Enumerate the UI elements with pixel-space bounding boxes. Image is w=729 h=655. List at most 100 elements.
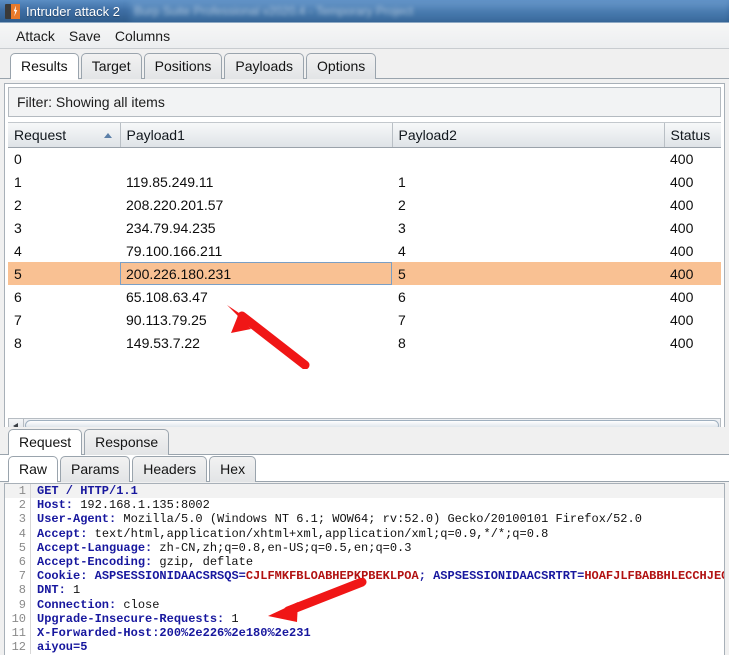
menu-item-save[interactable]: Save <box>63 26 107 46</box>
cell-payload2[interactable]: 4 <box>392 239 664 262</box>
tab-raw[interactable]: Raw <box>8 456 59 483</box>
cell-request[interactable]: 0 <box>8 147 120 170</box>
code-line: 3 User-Agent: Mozilla/5.0 (Windows NT 6.1… <box>5 512 724 527</box>
table-row[interactable]: 0 400 <box>8 147 721 170</box>
cell-payload2[interactable]: 1 <box>392 170 664 193</box>
cell-status[interactable]: 400 <box>664 239 721 262</box>
cell-status[interactable]: 400 <box>664 170 721 193</box>
tab-positions[interactable]: Positions <box>143 53 223 79</box>
code-line: 2 Host: 192.168.1.135:8002 <box>5 498 724 513</box>
tab-hex[interactable]: Hex <box>209 456 257 482</box>
tab-results[interactable]: Results <box>10 53 79 80</box>
code-line: 12 aiyou=5 <box>5 640 724 655</box>
line-number: 4 <box>5 526 31 541</box>
cell-payload2[interactable]: 5 <box>392 262 664 285</box>
cell-payload1[interactable] <box>120 147 392 170</box>
menu-bar: Attack Save Columns <box>0 23 729 49</box>
code-line: 4 Accept: text/html,application/xhtml+xml… <box>5 526 724 541</box>
code-text: Cookie: ASPSESSIONIDAACSRSQS=CJLFMKFBLOA… <box>37 569 724 584</box>
cell-request[interactable]: 4 <box>8 239 120 262</box>
line-number: 7 <box>5 569 31 584</box>
cell-request[interactable]: 2 <box>8 193 120 216</box>
menu-item-attack[interactable]: Attack <box>10 26 61 46</box>
cell-payload2[interactable]: 7 <box>392 308 664 331</box>
intruder-attack-window: Attack Save Columns Results Target Posit… <box>0 22 729 655</box>
line-number: 3 <box>5 512 31 527</box>
filter-bar[interactable]: Filter: Showing all items <box>8 87 721 117</box>
main-tab-strip: Results Target Positions Payloads Option… <box>0 49 729 80</box>
cell-payload2[interactable]: 2 <box>392 193 664 216</box>
code-line: 1 GET / HTTP/1.1 <box>5 484 724 499</box>
cell-payload2[interactable] <box>392 147 664 170</box>
code-line: 6 Accept-Encoding: gzip, deflate <box>5 554 724 570</box>
cell-status[interactable]: 400 <box>664 216 721 239</box>
cell-status[interactable]: 400 <box>664 262 721 285</box>
line-number: 1 <box>5 484 31 499</box>
cell-status[interactable]: 400 <box>664 193 721 216</box>
code-text: User-Agent: Mozilla/5.0 (Windows NT 6.1;… <box>37 512 642 527</box>
cell-status[interactable]: 400 <box>664 308 721 331</box>
window-title-bar: Intruder attack 2 Burp Suite Professiona… <box>0 0 729 22</box>
filter-label: Filter: Showing all items <box>17 94 165 110</box>
line-number: 6 <box>5 554 31 570</box>
tab-target[interactable]: Target <box>80 53 142 79</box>
code-line: 9 Connection: close <box>5 597 724 612</box>
code-line: 8 DNT: 1 <box>5 583 724 598</box>
cell-payload1[interactable]: 200.226.180.231 <box>120 262 392 285</box>
code-text: Connection: close <box>37 597 160 612</box>
cell-request[interactable]: 3 <box>8 216 120 239</box>
table-row[interactable]: 7 90.113.79.25 7 400 <box>8 308 721 331</box>
cell-payload1[interactable]: 90.113.79.25 <box>120 308 392 331</box>
column-header-payload1[interactable]: Payload1 <box>120 123 393 148</box>
cell-status[interactable]: 400 <box>664 331 721 354</box>
tab-options[interactable]: Options <box>306 53 377 79</box>
cell-request[interactable]: 6 <box>8 285 120 308</box>
cell-request[interactable]: 8 <box>8 331 120 354</box>
tab-response[interactable]: Response <box>84 429 170 455</box>
table-row[interactable]: 5 200.226.180.231 5 400 <box>8 262 721 285</box>
cell-payload1[interactable]: 149.53.7.22 <box>120 331 392 354</box>
results-panel: Filter: Showing all items Request Payloa… <box>4 83 725 435</box>
column-header-status[interactable]: Status <box>664 123 721 148</box>
cell-request[interactable]: 7 <box>8 308 120 331</box>
cell-request[interactable]: 1 <box>8 170 120 193</box>
table-row[interactable]: 8 149.53.7.22 8 400 <box>8 331 721 354</box>
cell-status[interactable]: 400 <box>664 285 721 308</box>
code-line: 5 Accept-Language: zh-CN,zh;q=0.8,en-US;q… <box>5 540 724 555</box>
column-header-payload1-label: Payload1 <box>126 126 185 143</box>
line-number: 2 <box>5 498 31 513</box>
code-text: Host: 192.168.1.135:8002 <box>37 498 210 513</box>
cell-payload1[interactable]: 119.85.249.11 <box>120 170 392 193</box>
table-row[interactable]: 3 234.79.94.235 3 400 <box>8 216 721 239</box>
cell-status[interactable]: 400 <box>664 147 721 170</box>
table-header-row: Request Payload1 Payload2 Status <box>8 123 721 148</box>
tab-params[interactable]: Params <box>60 456 131 482</box>
tab-payloads[interactable]: Payloads <box>224 53 305 79</box>
message-panel: Request Response Raw Params Headers Hex … <box>0 427 729 655</box>
request-raw-editor[interactable]: 1 GET / HTTP/1.1 2 Host: 192.168.1.135:8002… <box>4 483 725 655</box>
table-row[interactable]: 1 119.85.249.11 1 400 <box>8 170 721 193</box>
cell-payload1[interactable]: 208.220.201.57 <box>120 193 392 216</box>
column-header-request[interactable]: Request <box>8 123 121 148</box>
cell-payload1[interactable]: 79.100.166.211 <box>120 239 392 262</box>
table-row[interactable]: 6 65.108.63.47 6 400 <box>8 285 721 308</box>
tab-request[interactable]: Request <box>8 429 83 456</box>
menu-item-columns[interactable]: Columns <box>109 26 176 46</box>
code-text: Accept-Encoding: gzip, deflate <box>37 554 254 569</box>
cell-request[interactable]: 5 <box>8 262 120 285</box>
code-line: 7 Cookie: ASPSESSIONIDAACSRSQS=CJLFMKFBLO… <box>5 569 724 584</box>
cell-payload2[interactable]: 3 <box>392 216 664 239</box>
cell-payload1[interactable]: 65.108.63.47 <box>120 285 392 308</box>
cell-payload2[interactable]: 6 <box>392 285 664 308</box>
table-row[interactable]: 2 208.220.201.57 2 400 <box>8 193 721 216</box>
results-table-body: 0 400 1 119.85.249.11 1 400 2 208.220.201.57 2 40… <box>8 147 721 354</box>
column-header-payload2-label: Payload2 <box>398 126 457 143</box>
code-text: aiyou=5 <box>37 640 88 655</box>
line-number: 9 <box>5 597 31 612</box>
cell-payload1[interactable]: 234.79.94.235 <box>120 216 392 239</box>
column-header-payload2[interactable]: Payload2 <box>392 123 665 148</box>
cell-payload2[interactable]: 8 <box>392 331 664 354</box>
tab-headers[interactable]: Headers <box>132 456 208 482</box>
line-number: 5 <box>5 540 31 555</box>
table-row[interactable]: 4 79.100.166.211 4 400 <box>8 239 721 262</box>
